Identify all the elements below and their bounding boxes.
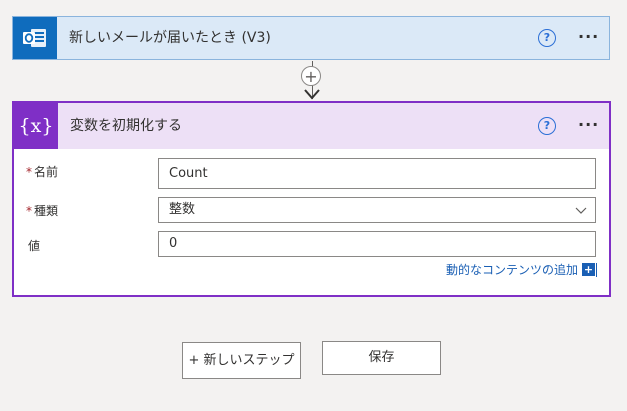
required-marker: *	[26, 204, 32, 218]
trigger-title: 新しいメールが届いたとき (V3)	[69, 30, 271, 46]
variable-icon: {x}	[14, 103, 58, 149]
name-label: * 名前	[26, 163, 58, 180]
value-label: 値	[28, 239, 41, 253]
help-icon[interactable]: ?	[538, 117, 556, 135]
plus-icon: +	[582, 263, 595, 276]
type-label-text: 種類	[34, 204, 59, 218]
initialize-variable-card[interactable]: {x} 変数を初期化する ? ··· * 名前 Count * 種類 整数 値 0 …	[12, 101, 611, 297]
action-header[interactable]: {x} 変数を初期化する ? ···	[14, 103, 609, 149]
more-options-icon[interactable]: ···	[578, 27, 599, 46]
required-marker: *	[26, 165, 32, 179]
name-label-text: 名前	[34, 165, 59, 179]
trigger-icon-box	[13, 17, 57, 59]
type-label: * 種類	[26, 202, 58, 219]
action-title: 変数を初期化する	[70, 118, 182, 134]
save-button[interactable]: 保存	[322, 341, 441, 375]
add-dynamic-content-link[interactable]: 動的なコンテンツの追加 +	[446, 261, 597, 278]
value-input[interactable]: 0	[158, 231, 596, 257]
chevron-down-icon	[575, 207, 587, 214]
more-options-icon[interactable]: ···	[578, 115, 599, 134]
type-select-value: 整数	[169, 202, 196, 217]
name-input[interactable]: Count	[158, 158, 596, 189]
divider	[596, 262, 597, 277]
outlook-icon	[23, 29, 46, 47]
type-select[interactable]: 整数	[158, 197, 596, 223]
add-dynamic-content-label: 動的なコンテンツの追加	[445, 263, 578, 277]
trigger-card[interactable]: 新しいメールが届いたとき (V3) ? ···	[12, 16, 610, 60]
arrow-down-icon	[304, 89, 320, 100]
new-step-button[interactable]: + 新しいステップ	[182, 342, 301, 379]
add-step-icon[interactable]: +	[301, 66, 321, 86]
help-icon[interactable]: ?	[538, 29, 556, 47]
